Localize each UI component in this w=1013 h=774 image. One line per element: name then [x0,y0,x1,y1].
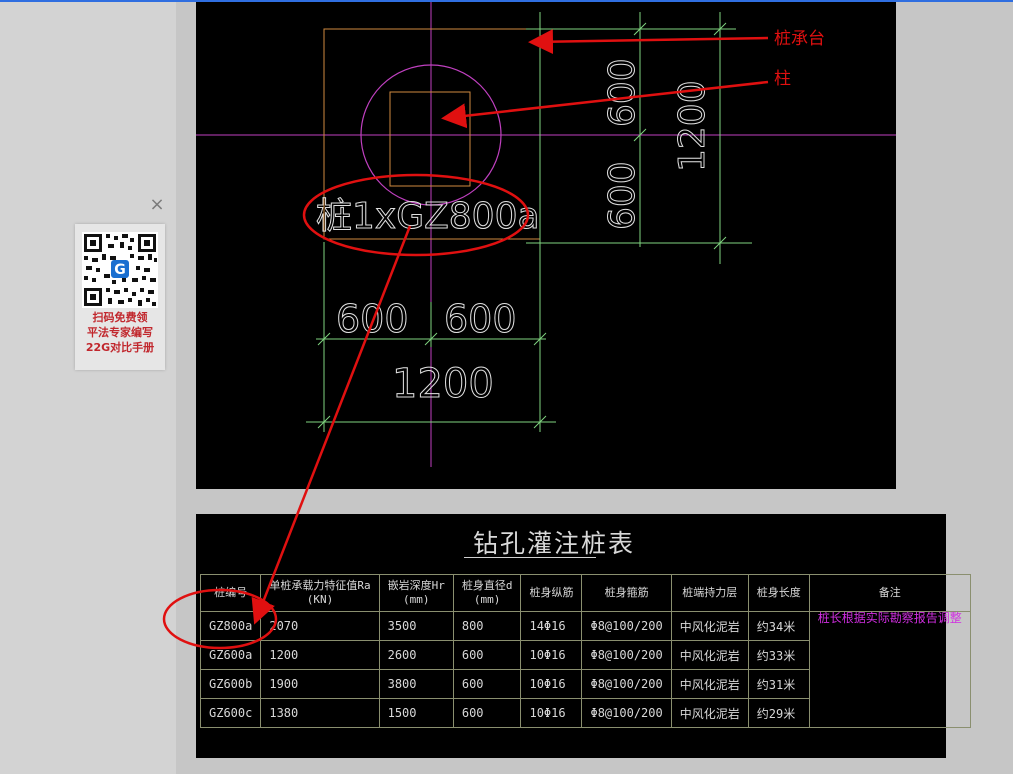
promo-text: 扫码免费领 平法专家编写 22G对比手册 [75,310,165,355]
table-cell: Φ8@100/200 [581,669,672,699]
table-title: 钻孔灌注桩表 [473,529,636,558]
annotation-pile-cap: 桩承台 [774,29,825,49]
cad-plan-drawing: 600 600 1200 600 600 1200 桩1xGZ800a 桩承台 … [196,2,896,489]
table-cell: 约29米 [747,698,810,728]
table-cell: GZ600a [199,640,262,670]
dim-600-vertical-upper: 600 [602,58,643,127]
table-cell: 1900 [260,669,380,699]
promo-line-2: 平法专家编写 [87,326,153,339]
promo-close-icon[interactable]: × [148,196,166,214]
table-cell: 1500 [378,698,454,728]
header-cell: 备注 [808,574,971,612]
table-cell: 1380 [260,698,380,728]
dim-600-vertical-lower: 600 [602,161,643,230]
table-cell: 中风化泥岩 [670,611,749,641]
table-header-row: 桩编号 单桩承载力特征值Ra (KN) 嵌岩深度Hr (mm) 桩身直径d (mm) … [199,574,971,612]
header-cell: 桩端持力层 [670,574,749,612]
left-gutter [0,2,176,774]
table-row: GZ800a 2070 3500 800 14Φ16 Φ8@100/200 中风… [199,611,971,728]
table-cell: 中风化泥岩 [670,698,749,728]
table-cell: GZ600c [199,698,262,728]
table-cell: 10Φ16 [520,640,583,670]
header-cell: 桩编号 [199,574,262,612]
table-cell: 2070 [260,611,380,641]
dim-1200-bottom: 1200 [392,361,494,407]
table-cell: 10Φ16 [520,698,583,728]
table-cell: 600 [452,669,522,699]
title-underline [464,557,596,558]
column-outline [389,91,471,187]
header-cell: 桩身箍筋 [581,574,672,612]
header-cell: 桩身长度 [747,574,810,612]
table-cell: 2600 [378,640,454,670]
table-cell: 10Φ16 [520,669,583,699]
table-cell: 约34米 [747,611,810,641]
dim-1200-vertical: 1200 [672,80,713,172]
remark-cell: 桩长根据实际勘察报告调整 [808,611,971,728]
brand-logo-letter: G [114,262,126,278]
table-cell: 3500 [378,611,454,641]
header-cell: 桩身纵筋 [520,574,583,612]
promo-qr-card[interactable]: G 扫码免费领 平法专家编写 22G对比手册 [75,224,165,370]
dim-600-right: 600 [444,297,517,341]
table-cell: Φ8@100/200 [581,640,672,670]
header-cell: 单桩承载力特征值Ra (KN) [260,574,380,612]
table-cell: GZ600b [199,669,262,699]
table-cell: 中风化泥岩 [670,640,749,670]
pile-table: 桩编号 单桩承载力特征值Ra (KN) 嵌岩深度Hr (mm) 桩身直径d (mm) … [199,574,971,728]
qr-code-icon: G [82,232,158,308]
pile-mark-label: 桩1xGZ800a [316,196,540,237]
cad-pile-table: 钻孔灌注桩表 桩编号 单桩承载力特征值Ra (KN) 嵌岩深度Hr (mm) 桩身直… [196,514,971,758]
promo-line-3: 22G对比手册 [85,341,155,354]
table-cell: 800 [452,611,522,641]
dim-600-left: 600 [336,297,409,341]
table-cell: GZ800a [199,611,262,641]
promo-line-1: 扫码免费领 [92,311,148,324]
table-cell: 600 [452,640,522,670]
table-cell: 14Φ16 [520,611,583,641]
header-cell: 嵌岩深度Hr (mm) [378,574,454,612]
table-cell: 600 [452,698,522,728]
annotation-column: 柱 [774,69,791,89]
table-cell: 约31米 [747,669,810,699]
cad-plan-svg: 600 600 1200 600 600 1200 桩1xGZ800a 桩承台 … [196,2,896,467]
table-wrap: 桩编号 单桩承载力特征值Ra (KN) 嵌岩深度Hr (mm) 桩身直径d (mm) … [199,574,971,728]
table-cell: 1200 [260,640,380,670]
table-cell: Φ8@100/200 [581,611,672,641]
header-cell: 桩身直径d (mm) [452,574,522,612]
table-cell: 3800 [378,669,454,699]
table-cell: 中风化泥岩 [670,669,749,699]
table-cell: 约33米 [747,640,810,670]
table-cell: Φ8@100/200 [581,698,672,728]
